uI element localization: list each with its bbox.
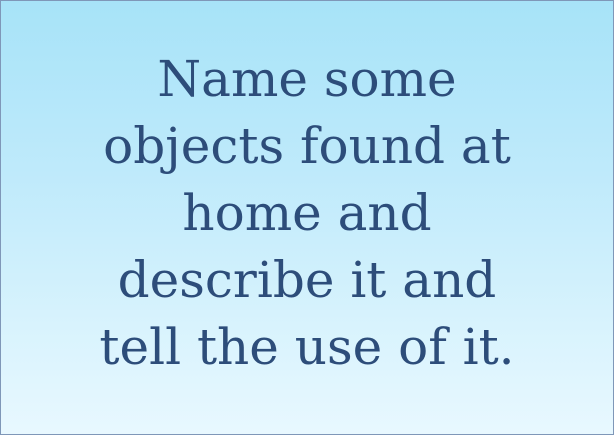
text-line-4: describe it and <box>117 251 497 309</box>
text-line-5: tell the use of it. <box>99 318 515 376</box>
text-line-2: objects found at <box>103 117 511 175</box>
text-line-3: home and <box>182 184 432 242</box>
text-line-1: Name some <box>157 50 457 108</box>
slide-text: Name some objects found at home and desc… <box>7 46 607 381</box>
slide: Name some objects found at home and desc… <box>0 0 614 435</box>
